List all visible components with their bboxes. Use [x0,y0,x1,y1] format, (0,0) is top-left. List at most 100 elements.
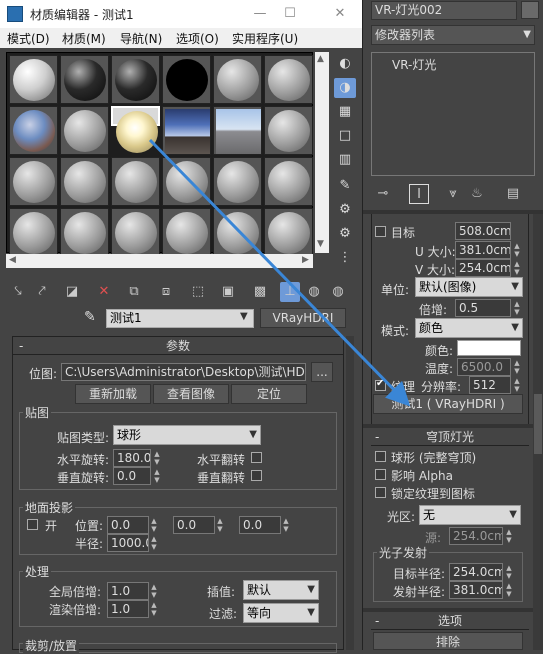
sample-slot[interactable] [264,157,313,206]
configure-sets-icon[interactable]: ▤ [503,184,523,204]
menu-utilities[interactable]: 实用程序(U) [232,30,298,47]
go-forward-sibling-icon[interactable]: ◍ [328,282,348,302]
emit-radius-field[interactable]: 381.0cm [449,581,503,599]
sample-slot[interactable] [9,106,58,155]
texture-map-button[interactable]: 测试1 ( VRayHDRI ) [373,394,523,414]
u-size-spinner[interactable]: ▲ ▼ [513,242,521,258]
make-unique-icon[interactable]: ⩔ [443,184,463,204]
v-rotation-field[interactable]: 0.0 [113,467,151,485]
browse-button[interactable]: ... [311,362,333,382]
sample-slot[interactable] [111,157,160,206]
position-y-spinner[interactable]: ▲ ▼ [216,517,224,533]
h-rotation-field[interactable]: 180.0 [113,449,151,467]
backlight-icon[interactable]: ◑ [334,78,356,98]
scroll-left-icon[interactable]: ◀ [9,255,16,265]
reset-map-icon[interactable]: ✕ [94,282,114,302]
u-size-field[interactable]: 381.0cm [455,241,511,259]
menu-mode[interactable]: 模式(D) [7,30,50,47]
ground-on-checkbox[interactable] [27,519,38,530]
position-x-field[interactable]: 0.0 [107,516,149,534]
sample-type-icon[interactable]: ◐ [334,54,356,74]
object-color-swatch[interactable] [521,1,539,19]
v-flip-checkbox[interactable] [251,470,262,481]
temperature-spinner[interactable]: ▲ ▼ [513,359,521,375]
make-unique-icon[interactable]: ⧈ [156,282,176,302]
put-to-scene-icon[interactable]: ⤤ [32,282,52,302]
sample-slot[interactable] [111,208,160,257]
rollout-header[interactable]: - 参数 [13,337,343,355]
slots-horizontal-scrollbar[interactable]: ◀ ▶ [6,254,313,268]
resolution-field[interactable]: 512 [469,376,511,394]
options-header[interactable]: - 选项 [371,612,529,630]
sample-slot[interactable] [264,208,313,257]
target-radius-spinner[interactable]: ▲ ▼ [505,564,513,580]
minimize-button[interactable]: — [250,4,270,24]
unit-dropdown[interactable]: 默认(图像) ▼ [415,277,523,297]
stack-item[interactable]: VR-灯光 [392,56,436,73]
resolution-spinner[interactable]: ▲ ▼ [513,377,521,393]
panel-scrollbar[interactable] [533,214,543,650]
h-rotation-spinner[interactable]: ▲ ▼ [153,450,161,466]
sample-slot[interactable] [213,157,262,206]
sample-slot[interactable] [60,106,109,155]
material-map-navigator-icon[interactable]: ⋮ [334,248,356,268]
lock-texture-checkbox[interactable] [375,487,386,498]
sample-slot[interactable] [9,157,58,206]
maximize-button[interactable]: ☐ [280,4,300,24]
target-radius-field[interactable]: 254.0cm [449,563,503,581]
menu-material[interactable]: 材质(M) [62,30,106,47]
position-x-spinner[interactable]: ▲ ▼ [150,517,158,533]
sample-slot-selected[interactable] [111,106,160,153]
slots-vertical-scrollbar[interactable]: ▲ ▼ [315,52,329,253]
scroll-down-icon[interactable]: ▼ [317,239,324,249]
temperature-field[interactable]: 6500.0 [457,358,511,376]
multiplier-field[interactable]: 0.5 [455,299,511,317]
exclude-button[interactable]: 排除 [373,632,523,650]
pin-stack-icon[interactable]: ⊸ [373,184,393,204]
sample-slot[interactable] [111,55,160,104]
position-y-field[interactable]: 0.0 [173,516,215,534]
target-checkbox[interactable] [375,226,386,237]
scroll-right-icon[interactable]: ▶ [302,255,309,265]
affect-alpha-checkbox[interactable] [375,469,386,480]
locate-button[interactable]: 定位 [231,384,307,404]
dome-spherical-checkbox[interactable] [375,451,386,462]
multiplier-spinner[interactable]: ▲ ▼ [513,300,521,316]
sample-slot[interactable] [213,208,262,257]
sample-slot[interactable] [213,106,262,155]
close-button[interactable]: ✕ [330,4,350,24]
global-mult-spinner[interactable]: ▲ ▼ [150,583,158,599]
global-mult-field[interactable]: 1.0 [107,582,149,600]
radius-spinner[interactable]: ▲ ▼ [150,535,158,551]
interpolation-dropdown[interactable]: 默认 ▼ [243,580,319,600]
uv-tiling-icon[interactable]: □ [334,126,356,146]
color-swatch[interactable] [457,340,521,356]
radius-field[interactable]: 1000.0 [107,534,149,552]
position-z-field[interactable]: 0.0 [239,516,281,534]
material-type-button[interactable]: VRayHDRI [260,308,346,328]
material-id-channel-icon[interactable]: ▣ [218,282,238,302]
sample-slot[interactable] [162,157,211,206]
target-field[interactable]: 508.0cm [455,222,511,240]
sample-slot[interactable] [9,208,58,257]
video-color-check-icon[interactable]: ▥ [334,150,356,170]
render-mult-field[interactable]: 1.0 [107,600,149,618]
source-spinner[interactable]: ▲ ▼ [505,528,513,544]
menu-navigation[interactable]: 导航(N) [120,30,162,47]
modifier-list-dropdown[interactable]: 修改器列表 ▼ [371,25,535,45]
filter-dropdown[interactable]: 等向 ▼ [243,603,319,623]
background-icon[interactable]: ▦ [334,102,356,122]
menu-options[interactable]: 选项(O) [176,30,219,47]
select-by-material-icon[interactable]: ⚙ [334,224,356,244]
params-scrollbar[interactable] [346,336,354,650]
sample-slot[interactable] [264,106,313,155]
dome-light-header[interactable]: - 穹顶灯光 [371,428,529,446]
scrollbar-thumb[interactable] [534,394,542,454]
chevron-down-icon[interactable]: ▼ [240,311,248,322]
sample-slot[interactable] [9,55,58,104]
render-mult-spinner[interactable]: ▲ ▼ [150,601,158,617]
assign-to-selection-icon[interactable]: ◪ [62,282,82,302]
mode-dropdown[interactable]: 颜色 ▼ [415,318,523,338]
options-icon[interactable]: ⚙ [334,200,356,220]
sample-slot[interactable] [60,208,109,257]
